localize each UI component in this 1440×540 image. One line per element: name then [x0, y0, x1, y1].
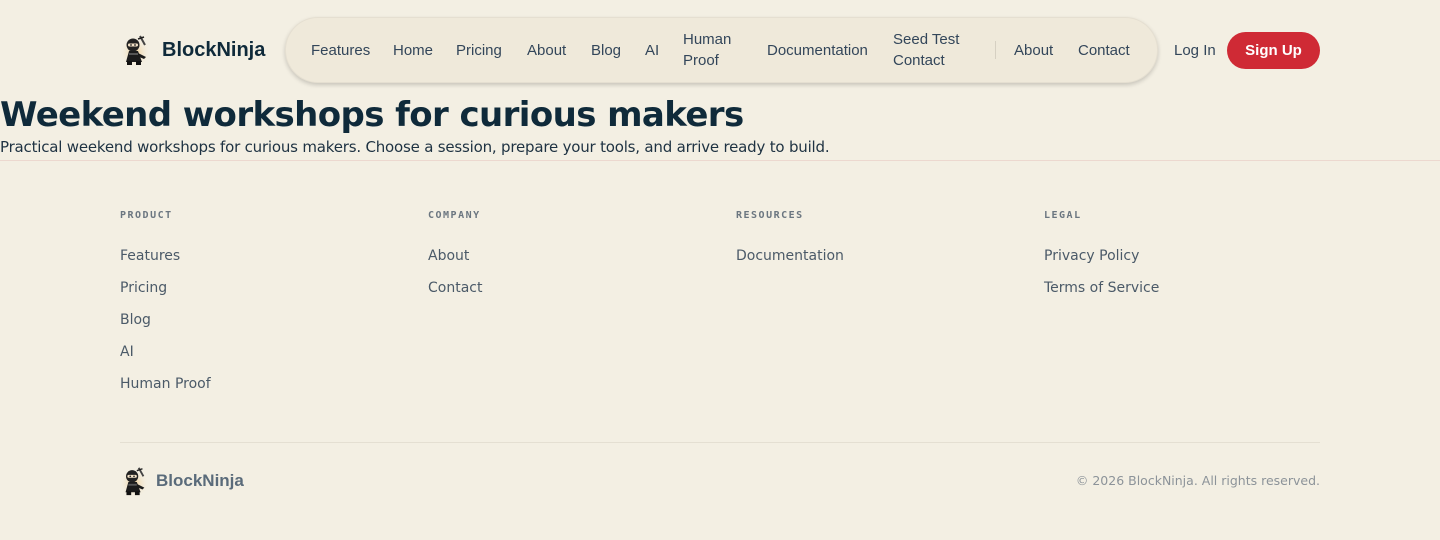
brand-logo-link[interactable]: BlockNinja [118, 32, 265, 68]
nav-item-home[interactable]: Home [393, 40, 433, 61]
nav-item-seed-test-contact[interactable]: Seed Test Contact [893, 29, 973, 71]
nav-item-about-secondary[interactable]: About [1014, 40, 1053, 61]
nav-item-documentation[interactable]: Documentation [767, 40, 868, 61]
ninja-logo-icon [118, 465, 150, 497]
footer-heading-product: PRODUCT [120, 210, 173, 221]
nav-item-about[interactable]: About [527, 40, 566, 61]
footer-link-terms-of-service[interactable]: Terms of Service [1044, 278, 1159, 298]
footer-link-documentation[interactable]: Documentation [736, 246, 844, 266]
nav-item-contact[interactable]: Contact [1078, 40, 1130, 61]
footer-column-resources: RESOURCES Documentation [736, 210, 844, 266]
footer-link-pricing[interactable]: Pricing [120, 278, 211, 298]
footer-brand-link[interactable]: BlockNinja [118, 464, 244, 498]
footer-heading-resources: RESOURCES [736, 210, 804, 221]
footer-link-privacy-policy[interactable]: Privacy Policy [1044, 246, 1159, 266]
footer-link-ai[interactable]: AI [120, 342, 211, 362]
ninja-logo-icon [118, 34, 152, 67]
footer-column-legal: LEGAL Privacy Policy Terms of Service [1044, 210, 1159, 298]
nav-item-pricing[interactable]: Pricing [456, 40, 502, 61]
nav-item-blog[interactable]: Blog [591, 40, 621, 61]
signup-button[interactable]: Sign Up [1227, 32, 1320, 69]
footer-link-blog[interactable]: Blog [120, 310, 211, 330]
footer-column-company: COMPANY About Contact [428, 210, 482, 298]
footer-heading-legal: LEGAL [1044, 210, 1082, 221]
page-title: Weekend workshops for curious makers [0, 95, 744, 135]
footer-column-product: PRODUCT Features Pricing Blog AI Human P… [120, 210, 211, 394]
nav-item-human-proof[interactable]: Human Proof [683, 29, 741, 71]
nav-divider [995, 41, 996, 59]
footer-heading-company: COMPANY [428, 210, 481, 221]
hero-divider [0, 160, 1440, 161]
nav-item-features[interactable]: Features [311, 40, 370, 61]
footer-brand-name: BlockNinja [156, 471, 244, 490]
footer-link-features[interactable]: Features [120, 246, 211, 266]
footer-divider [120, 442, 1320, 443]
login-link[interactable]: Log In [1174, 40, 1216, 61]
footer-link-about[interactable]: About [428, 246, 482, 266]
page-subtitle: Practical weekend workshops for curious … [0, 138, 830, 156]
footer-link-contact[interactable]: Contact [428, 278, 482, 298]
copyright-text: © 2026 BlockNinja. All rights reserved. [1075, 473, 1320, 488]
site-header: BlockNinja Features Home Pricing About B… [0, 0, 1440, 100]
footer-link-human-proof[interactable]: Human Proof [120, 374, 211, 394]
nav-item-ai[interactable]: AI [645, 40, 659, 61]
brand-name: BlockNinja [162, 38, 266, 61]
